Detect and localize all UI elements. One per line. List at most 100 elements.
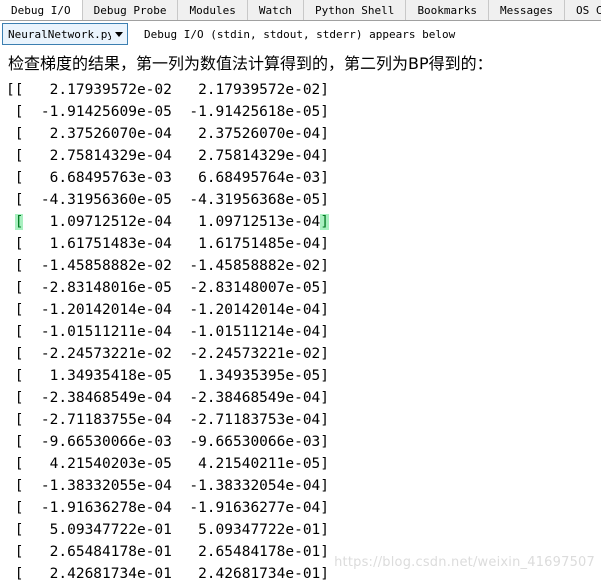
row-close-bracket: ]	[320, 566, 330, 582]
matrix-row: [ -1.45858882e-02 -1.45858882e-02]	[6, 255, 601, 277]
numeric-gradient-value: 2.17939572e-02	[23, 82, 172, 98]
matrix-row: [ -2.38468549e-04 -2.38468549e-04]	[6, 387, 601, 409]
numeric-gradient-value: 1.09712512e-04	[23, 214, 172, 230]
row-open-bracket: [	[6, 368, 24, 384]
tab-bookmarks[interactable]: Bookmarks	[406, 0, 490, 20]
numeric-gradient-value: -1.91425609e-05	[23, 104, 172, 120]
row-open-bracket: [	[6, 126, 24, 142]
matrix-row: [ -9.66530066e-03 -9.66530066e-03]	[6, 431, 601, 453]
tab-label: Watch	[258, 4, 292, 17]
row-close-bracket: ]	[320, 302, 330, 318]
backprop-gradient-value: -2.38468549e-04	[171, 390, 321, 406]
row-open-bracket: [	[6, 214, 24, 230]
row-close-bracket: ]	[320, 258, 330, 274]
tab-watch[interactable]: Watch	[247, 0, 304, 20]
backprop-gradient-value: -2.71183753e-04	[171, 412, 321, 428]
row-open-bracket: [	[6, 236, 24, 252]
row-close-bracket: ]	[320, 522, 330, 538]
backprop-gradient-value: -1.91425618e-05	[171, 104, 321, 120]
row-close-bracket: ]	[320, 170, 330, 186]
file-selector-dropdown[interactable]: NeuralNetwork.py (	[2, 23, 128, 45]
tab-os-comman[interactable]: OS Comman	[565, 0, 601, 20]
tab-label: Python Shell	[314, 4, 395, 17]
row-close-bracket: ]	[320, 544, 330, 560]
row-open-bracket: [	[6, 500, 24, 516]
matrix-row: [ -1.01511211e-04 -1.01511214e-04]	[6, 321, 601, 343]
row-open-bracket: [[	[6, 82, 24, 98]
numeric-gradient-value: -1.45858882e-02	[23, 258, 172, 274]
backprop-gradient-value: 5.09347722e-01	[171, 522, 321, 538]
backprop-gradient-value: 2.17939572e-02	[171, 82, 321, 98]
row-close-bracket: ]	[320, 280, 330, 296]
tab-label: OS Comman	[576, 4, 601, 17]
numeric-gradient-value: -1.01511211e-04	[23, 324, 172, 340]
row-close-bracket: ]	[320, 368, 330, 384]
numeric-gradient-value: -2.38468549e-04	[23, 390, 172, 406]
debug-io-toolbar: NeuralNetwork.py ( Debug I/O (stdin, std…	[0, 21, 601, 47]
backprop-gradient-value: -1.91636277e-04	[171, 500, 321, 516]
row-open-bracket: [	[6, 192, 24, 208]
tab-label: Messages	[500, 4, 554, 17]
backprop-gradient-value: 2.65484178e-01	[171, 544, 321, 560]
numeric-gradient-value: -1.38332055e-04	[23, 478, 172, 494]
row-close-bracket: ]	[320, 434, 330, 450]
numeric-gradient-value: 5.09347722e-01	[23, 522, 172, 538]
backprop-gradient-value: 6.68495764e-03	[171, 170, 321, 186]
matrix-row: [ 1.09712512e-04 1.09712513e-04]	[6, 211, 601, 233]
matrix-row: [[ 2.17939572e-02 2.17939572e-02]	[6, 79, 601, 101]
matrix-row: [ 4.21540203e-05 4.21540211e-05]	[6, 453, 601, 475]
tab-debug-i-o[interactable]: Debug I/O	[0, 0, 83, 20]
row-open-bracket: [	[6, 522, 24, 538]
numeric-gradient-value: 2.75814329e-04	[23, 148, 172, 164]
matrix-row: [ 6.68495763e-03 6.68495764e-03]	[6, 167, 601, 189]
matrix-output: [[ 2.17939572e-02 2.17939572e-02] [ -1.9…	[6, 79, 601, 584]
output-note-line: 检查梯度的结果，第一列为数值法计算得到的，第二列为BP得到的：	[8, 54, 493, 73]
row-open-bracket: [	[6, 104, 24, 120]
numeric-gradient-value: -2.71183755e-04	[23, 412, 172, 428]
backprop-gradient-value: 1.34935395e-05	[171, 368, 321, 384]
backprop-gradient-value: 2.37526070e-04	[171, 126, 321, 142]
backprop-gradient-value: -1.01511214e-04	[171, 324, 321, 340]
file-selector-value: NeuralNetwork.py (	[8, 27, 111, 41]
backprop-gradient-value: 2.75814329e-04	[171, 148, 321, 164]
row-open-bracket: [	[6, 412, 24, 428]
row-close-bracket: ]	[320, 500, 330, 516]
row-open-bracket: [	[6, 258, 24, 274]
tab-debug-probe[interactable]: Debug Probe	[82, 0, 179, 20]
matrix-row: [ -4.31956360e-05 -4.31956368e-05]	[6, 189, 601, 211]
backprop-gradient-value: 1.09712513e-04	[171, 214, 321, 230]
row-close-bracket: ]	[320, 456, 330, 472]
row-open-bracket: [	[6, 148, 24, 164]
debug-io-output-area[interactable]: 检查梯度的结果，第一列为数值法计算得到的，第二列为BP得到的： [[ 2.179…	[0, 47, 601, 584]
row-close-bracket: ]	[320, 346, 330, 362]
tab-messages[interactable]: Messages	[489, 0, 566, 20]
tab-label: Debug Probe	[93, 4, 167, 17]
backprop-gradient-value: -2.24573221e-02	[171, 346, 321, 362]
numeric-gradient-value: -2.24573221e-02	[23, 346, 172, 362]
row-close-bracket: ]	[320, 148, 330, 164]
numeric-gradient-value: -4.31956360e-05	[23, 192, 172, 208]
panel-tab-bar: Debug I/O Debug Probe Modules Watch Python S…	[0, 0, 601, 21]
chevron-down-icon[interactable]	[115, 31, 123, 37]
row-open-bracket: [	[6, 346, 24, 362]
row-close-bracket: ]	[320, 390, 330, 406]
matrix-row: [ -1.91636278e-04 -1.91636277e-04]	[6, 497, 601, 519]
matrix-row: [ -1.91425609e-05 -1.91425618e-05]	[6, 101, 601, 123]
numeric-gradient-value: 1.61751483e-04	[23, 236, 172, 252]
tab-python-shell[interactable]: Python Shell	[303, 0, 407, 20]
numeric-gradient-value: 2.42681734e-01	[23, 566, 172, 582]
tab-modules[interactable]: Modules	[178, 0, 248, 20]
matrix-row: [ -1.38332055e-04 -1.38332054e-04]	[6, 475, 601, 497]
row-open-bracket: [	[6, 302, 24, 318]
tab-label: Debug I/O	[11, 3, 71, 17]
row-close-bracket: ]	[320, 236, 330, 252]
row-open-bracket: [	[6, 324, 24, 340]
row-close-bracket: ]	[320, 478, 330, 494]
row-close-bracket: ]	[320, 126, 330, 142]
backprop-gradient-value: -1.20142014e-04	[171, 302, 321, 318]
row-open-bracket: [	[6, 456, 24, 472]
numeric-gradient-value: -2.83148016e-05	[23, 280, 172, 296]
numeric-gradient-value: -9.66530066e-03	[23, 434, 172, 450]
row-open-bracket: [	[6, 280, 24, 296]
numeric-gradient-value: -1.20142014e-04	[23, 302, 172, 318]
